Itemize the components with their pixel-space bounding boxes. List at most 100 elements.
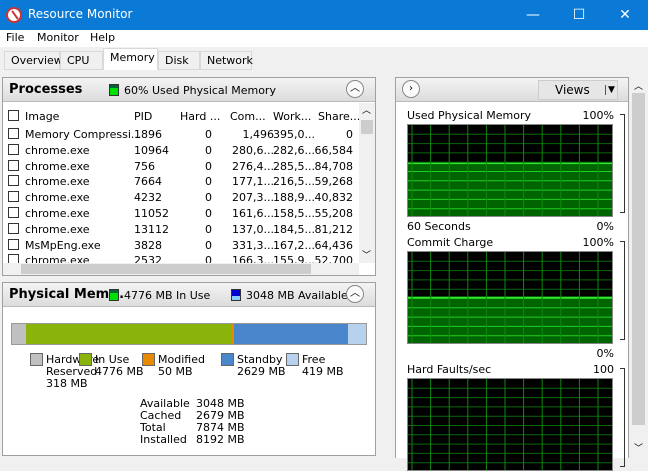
legend-value-inuse: 4776 MB <box>95 365 144 378</box>
tab-cpu[interactable]: CPU <box>60 51 103 70</box>
memory-bar-inuse <box>25 324 233 344</box>
graph-title: Used Physical Memory <box>407 109 532 122</box>
maximize-button[interactable]: ☐ <box>556 0 602 30</box>
menu-file[interactable]: File <box>6 31 24 44</box>
graph-2 <box>407 378 613 471</box>
cell-working-set: 395,0... <box>273 128 315 141</box>
table-row[interactable]: Memory Compressi... 1896 0 1,496 395,0... 0 <box>3 127 358 143</box>
menu-help[interactable]: Help <box>90 31 115 44</box>
legend-value-modified: 50 MB <box>158 365 193 378</box>
cell-shareable: 84,708 <box>314 159 354 173</box>
scrollbar-thumb[interactable] <box>632 93 645 425</box>
in-use-status: 4776 MB In Use <box>124 289 211 302</box>
tab-disk[interactable]: Disk <box>158 51 200 70</box>
cell-working-set: 158,5... <box>273 207 315 220</box>
graph-title: Hard Faults/sec <box>407 363 492 376</box>
cell-commit: 207,3... <box>232 191 274 205</box>
cell-working-set: 184,5... <box>273 222 315 236</box>
minimize-button[interactable]: — <box>510 0 556 30</box>
row-checkbox[interactable] <box>8 254 19 263</box>
cell-pid: 13112 <box>134 222 169 236</box>
menu-bar: File Monitor Help <box>0 30 648 47</box>
processes-header[interactable]: Processes 60% Used Physical Memory ︿ <box>3 78 375 102</box>
cell-pid: 756 <box>134 159 155 173</box>
summary-label: Installed <box>140 433 187 446</box>
cell-commit: 177,1... <box>232 175 274 189</box>
column-hard-faults[interactable]: Hard ... <box>180 110 220 123</box>
cell-commit: 280,6... <box>232 143 274 157</box>
graph-1 <box>407 251 613 344</box>
horizontal-scrollbar[interactable] <box>3 263 359 275</box>
tab-overview[interactable]: Overview <box>4 51 63 70</box>
cell-pid: 10964 <box>134 143 169 157</box>
legend-value-free: 419 MB <box>302 365 344 378</box>
table-row[interactable]: chrome.exe 756 0 276,4... 285,5... 84,708 <box>3 159 358 175</box>
row-checkbox[interactable] <box>8 128 19 139</box>
cell-pid: 3828 <box>134 238 162 252</box>
column-pid[interactable]: PID <box>134 110 152 123</box>
cell-commit: 137,0... <box>232 222 274 236</box>
memory-swatch-icon <box>109 84 119 96</box>
column-working-set[interactable]: Work... <box>273 110 311 123</box>
scrollbar-thumb[interactable] <box>361 120 373 134</box>
cell-working-set: 282,6... <box>273 143 315 157</box>
scrollbar-thumb[interactable] <box>21 264 311 274</box>
cell-working-set: 216,5... <box>273 175 315 189</box>
cell-hard-faults: 0 <box>205 159 212 173</box>
row-checkbox[interactable] <box>8 143 19 155</box>
collapse-icon[interactable]: ︿ <box>346 285 364 303</box>
graph-scale-bracket <box>620 241 625 340</box>
title-bar: Resource Monitor — ☐ ✕ <box>0 0 648 30</box>
cell-commit: 276,4... <box>232 159 274 173</box>
tab-memory[interactable]: Memory <box>103 48 158 70</box>
cell-pid: 2532 <box>134 254 162 263</box>
column-commit[interactable]: Com... <box>230 110 266 123</box>
column-shareable[interactable]: Share... <box>318 110 359 123</box>
graph-max-label: 100% <box>582 236 614 249</box>
collapse-icon[interactable]: ︿ <box>346 80 364 98</box>
table-row[interactable]: chrome.exe 2532 0 166,3... 155,9... 52,700 <box>3 253 358 263</box>
cell-hard-faults: 0 <box>205 128 212 141</box>
select-all-checkbox[interactable] <box>8 110 19 121</box>
row-checkbox[interactable] <box>8 159 19 171</box>
row-checkbox[interactable] <box>8 175 19 187</box>
dropdown-arrow-icon: ▼ <box>605 85 615 95</box>
graphs-scrollbar[interactable]: ︿ ﹀ <box>630 77 647 458</box>
graphs-header: › Views ▼ <box>396 78 628 102</box>
table-row[interactable]: chrome.exe 4232 0 207,3... 188,9... 40,832 <box>3 190 358 206</box>
legend-swatch-inuse <box>79 353 92 366</box>
vertical-scrollbar[interactable]: ︿ ﹀ <box>359 103 375 263</box>
table-header: Image PID Hard ... Com... Work... Share.… <box>3 107 359 125</box>
cell-image: chrome.exe <box>25 207 90 220</box>
graph-scale-bracket <box>620 114 625 213</box>
tab-network[interactable]: Network <box>200 51 253 70</box>
table-row[interactable]: chrome.exe 7664 0 177,1... 216,5... 59,268 <box>3 174 358 190</box>
window-title: Resource Monitor <box>28 7 133 21</box>
cell-image: chrome.exe <box>25 191 90 205</box>
row-checkbox[interactable] <box>8 207 19 218</box>
close-button[interactable]: ✕ <box>602 0 648 30</box>
cell-image: chrome.exe <box>25 143 90 157</box>
cell-image: chrome.exe <box>25 159 90 173</box>
resource-monitor-icon <box>6 7 22 23</box>
table-row[interactable]: chrome.exe 13112 0 137,0... 184,5... 81,212 <box>3 222 358 238</box>
views-dropdown[interactable]: Views ▼ <box>538 80 618 100</box>
physical-memory-header[interactable]: Physical Mem... 4776 MB In Use 3048 MB A… <box>3 283 375 307</box>
memory-bar-standby <box>234 324 348 344</box>
row-checkbox[interactable] <box>8 222 19 234</box>
table-row[interactable]: chrome.exe 10964 0 280,6... 282,6... 66,584 <box>3 143 358 159</box>
column-image[interactable]: Image <box>25 110 59 123</box>
cell-pid: 1896 <box>134 128 162 141</box>
cell-shareable: 81,212 <box>314 222 354 236</box>
table-row[interactable]: MsMpEng.exe 3828 0 331,3... 167,2... 64,436 <box>3 238 358 254</box>
table-row[interactable]: chrome.exe 11052 0 161,6... 158,5... 55,208 <box>3 206 358 222</box>
row-checkbox[interactable] <box>8 238 19 250</box>
cell-shareable: 0 <box>346 128 353 141</box>
cell-shareable: 59,268 <box>314 175 354 189</box>
memory-bar-free <box>347 324 366 344</box>
expand-icon[interactable]: › <box>402 80 420 98</box>
processes-title: Processes <box>9 82 83 97</box>
menu-monitor[interactable]: Monitor <box>37 31 79 44</box>
graph-title: Commit Charge <box>407 236 494 249</box>
row-checkbox[interactable] <box>8 191 19 203</box>
